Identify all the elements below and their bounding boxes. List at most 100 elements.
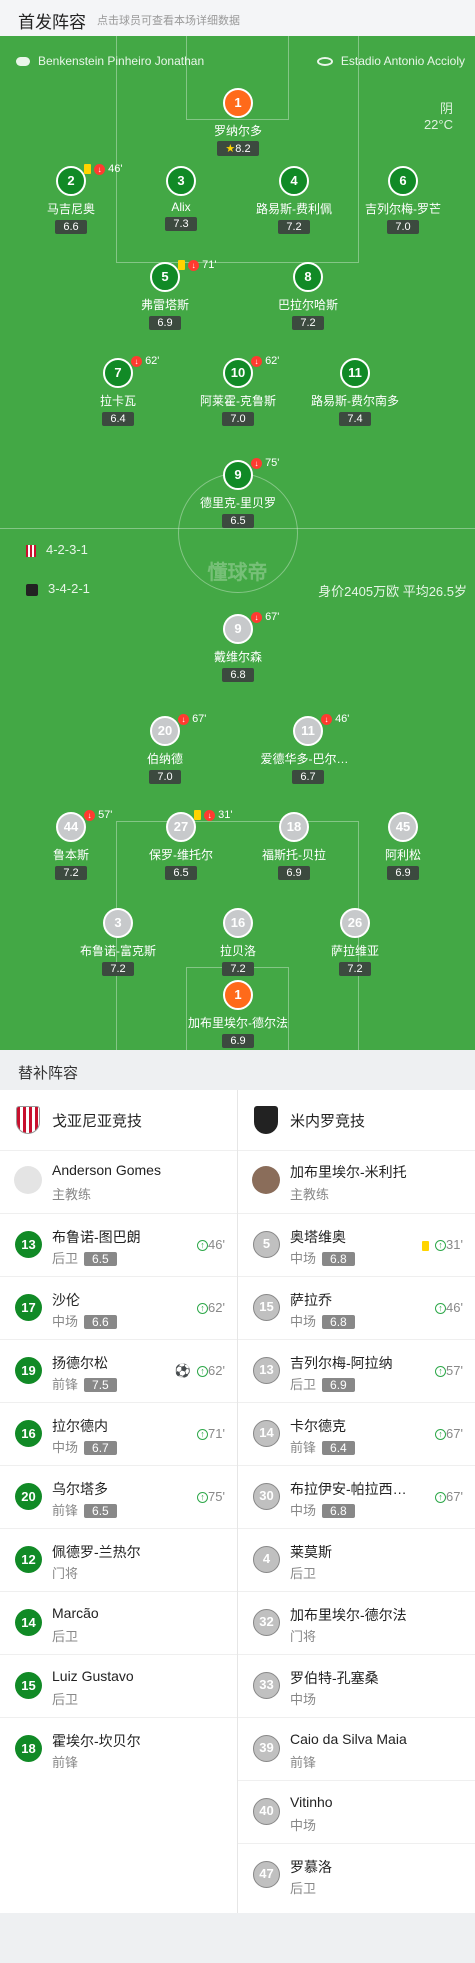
player-position: 中场 [290,1692,317,1707]
coach-role: 主教练 [290,1187,330,1202]
player-name: 马吉尼奥 [46,202,95,216]
player-rating: 7.2 [292,316,324,330]
away-player-d1[interactable]: 3 布鲁诺-富克斯 7.2 [63,908,173,977]
away-player-m3[interactable]: 18 福斯托-贝拉 6.9 [239,812,349,881]
player-name: 乌尔塔多 [52,1481,108,1497]
page-hint: 点击球员可查看本场详细数据 [97,15,240,27]
player-position: 中场 6.8 [290,1500,355,1519]
yellow-card-icon [422,1240,430,1251]
player-events: ↓ 71' [178,259,216,271]
away-team-badge-icon [26,583,38,596]
home-player-d4[interactable]: 6 吉列尔梅-罗芒 7.0 [348,166,458,235]
home-player-d3[interactable]: 4 路易斯-费利佩 7.2 [239,166,349,235]
home-player-am3[interactable]: 11 路易斯-费尔南多 7.4 [300,358,410,427]
sub-player-row[interactable]: 39 Caio da Silva Maia 前锋 [238,1717,475,1780]
shirt-number: 13 [15,1231,42,1258]
player-position: 后卫 6.5 [52,1248,117,1267]
home-player-m2[interactable]: 8 巴拉尔哈斯 7.2 [253,262,363,331]
home-player-st[interactable]: 9 ↓ 75' 德里克-里贝罗 6.5 [183,457,293,529]
yellow-card-icon [84,164,91,175]
player-name: 卡尔德克 [290,1418,346,1434]
row-separator [0,1654,237,1655]
sub-player-row[interactable]: 32 加布里埃尔-德尔法 门将 [238,1591,475,1654]
home-player-gk[interactable]: 1 罗纳尔多 ★8.2 [183,88,293,157]
away-player-d3[interactable]: 26 萨拉维亚 7.2 [300,908,410,977]
shirt-number: 1 [223,980,253,1010]
row-separator [0,1465,237,1466]
away-player-m2[interactable]: 27 ↓ 31' 保罗-维托尔 6.5 [126,809,236,881]
sub-player-row[interactable]: 17 沙伦 中场 6.6 ↑ 62' [0,1276,237,1339]
sub-player-row[interactable]: 13 吉列尔梅-阿拉纳 后卫 6.9 ↑ 57' [238,1339,475,1402]
sub-player-row[interactable]: 15 Luiz Gustavo 后卫 [0,1654,237,1717]
away-player-m1[interactable]: 44 ↓ 57' 鲁本斯 7.2 [16,809,126,881]
away-team-row[interactable]: 米内罗竞技 [238,1090,475,1150]
temperature: 22°C [423,117,453,132]
sub-player-row[interactable]: 40 Vitinho 中场 [238,1780,475,1843]
home-player-d1[interactable]: 2 ↓ 46' 马吉尼奥 6.6 [16,163,126,235]
home-coach-row[interactable]: Anderson Gomes 主教练 [0,1150,237,1213]
away-coach-row[interactable]: 加布里埃尔-米利托 主教练 [238,1150,475,1213]
away-player-gk[interactable]: 1 加布里埃尔-德尔法 6.9 [183,980,293,1049]
sub-player-row[interactable]: 20 乌尔塔多 前锋 6.5 ↑ 75' [0,1465,237,1528]
row-separator [238,1276,475,1277]
player-rating: 6.7 [292,770,324,784]
sub-player-row[interactable]: 12 佩德罗-兰热尔 门将 [0,1528,237,1591]
away-player-am2[interactable]: 11 ↓ 46' 爱德华多-巴尔加斯 6.7 [253,713,363,785]
sub-player-row[interactable]: 16 拉尔德内 中场 6.7 ↑ 71' [0,1402,237,1465]
away-player-st[interactable]: 9 ↓ 67' 戴维尔森 6.8 [183,611,293,683]
sub-player-row[interactable]: 30 布拉伊安-帕拉西奥斯 中场 6.8 ↑ 67' [238,1465,475,1528]
home-player-am1[interactable]: 7 ↓ 62' 拉卡瓦 6.4 [63,355,173,427]
sub-player-row[interactable]: 14 卡尔德克 前锋 6.4 ↑ 67' [238,1402,475,1465]
away-player-d2[interactable]: 16 拉贝洛 7.2 [183,908,293,977]
sub-in-time: ↑ 46' [197,1237,225,1252]
sub-on-icon: ↑ [197,1366,209,1378]
sub-in-time: ↑ 67' [435,1489,463,1504]
row-separator [0,1717,237,1718]
row-separator [238,1717,475,1718]
away-player-m4[interactable]: 45 阿利松 6.9 [348,812,458,881]
sub-player-row[interactable]: 18 霍埃尔-坎贝尔 前锋 [0,1717,237,1780]
sub-player-row[interactable]: 15 萨拉乔 中场 6.8 ↑ 46' [238,1276,475,1339]
player-name: 罗纳尔多 [213,124,262,138]
sub-player-row[interactable]: 4 莱莫斯 后卫 [238,1528,475,1591]
player-name: 吉列尔梅-罗芒 [365,202,441,216]
whistle-icon [16,57,30,67]
home-team-row[interactable]: 戈亚尼亚竞技 [0,1090,237,1150]
player-name: 路易斯-费尔南多 [311,394,399,408]
player-rating: 7.0 [387,220,419,234]
sub-player-row[interactable]: 13 布鲁诺-图巴朗 后卫 6.5 ↑ 46' [0,1213,237,1276]
shirt-number: 15 [253,1294,280,1321]
player-name: 吉列尔梅-阿拉纳 [290,1355,393,1371]
player-rating: 7.4 [339,412,371,426]
home-player-m1[interactable]: 5 ↓ 71' 弗雷塔斯 6.9 [110,259,220,331]
sub-on-icon: ↑ [435,1303,447,1315]
stadium-info: Estadio Antonio Accioly [316,54,465,68]
shirt-number: 30 [253,1483,280,1510]
player-rating: 6.9 [322,1378,355,1392]
stadium-icon [316,57,333,67]
home-player-d2[interactable]: 3 Alix 7.3 [126,166,236,232]
home-player-am2[interactable]: 10 ↓ 62' 阿莱霍-克鲁斯 7.0 [183,355,293,427]
player-name: 霍埃尔-坎贝尔 [52,1733,141,1749]
sub-player-row[interactable]: 19 扬德尔松 前锋 7.5 ⚽ ↑ 62' [0,1339,237,1402]
home-team-name: 戈亚尼亚竞技 [52,1113,143,1130]
player-name: 罗慕洛 [290,1859,332,1875]
sub-off-icon: ↓ [131,355,142,367]
shirt-number: 3 [166,166,196,196]
away-player-am1[interactable]: 20 ↓ 67' 伯纳德 7.0 [110,713,220,785]
player-name: Luiz Gustavo [52,1668,134,1684]
player-rating: 6.5 [84,1504,117,1518]
player-name: 布鲁诺-富克斯 [80,944,156,958]
sub-player-row[interactable]: 47 罗慕洛 后卫 [238,1843,475,1906]
sub-in-time: ↑ 67' [435,1426,463,1441]
sub-player-row[interactable]: 14 Marcão 后卫 [0,1591,237,1654]
player-name: 沙伦 [52,1292,80,1308]
player-position: 前锋 [290,1755,317,1770]
player-rating: 7.0 [222,412,254,426]
player-rating: 7.2 [55,866,87,880]
sub-player-row[interactable]: 5 奥塔维奥 中场 6.8 ↑ 31' [238,1213,475,1276]
sub-player-row[interactable]: 33 罗伯特-孔塞桑 中场 [238,1654,475,1717]
player-name: 佩德罗-兰热尔 [52,1544,141,1560]
player-name: 加布里埃尔-德尔法 [290,1607,407,1623]
player-name: 巴拉尔哈斯 [277,298,338,312]
